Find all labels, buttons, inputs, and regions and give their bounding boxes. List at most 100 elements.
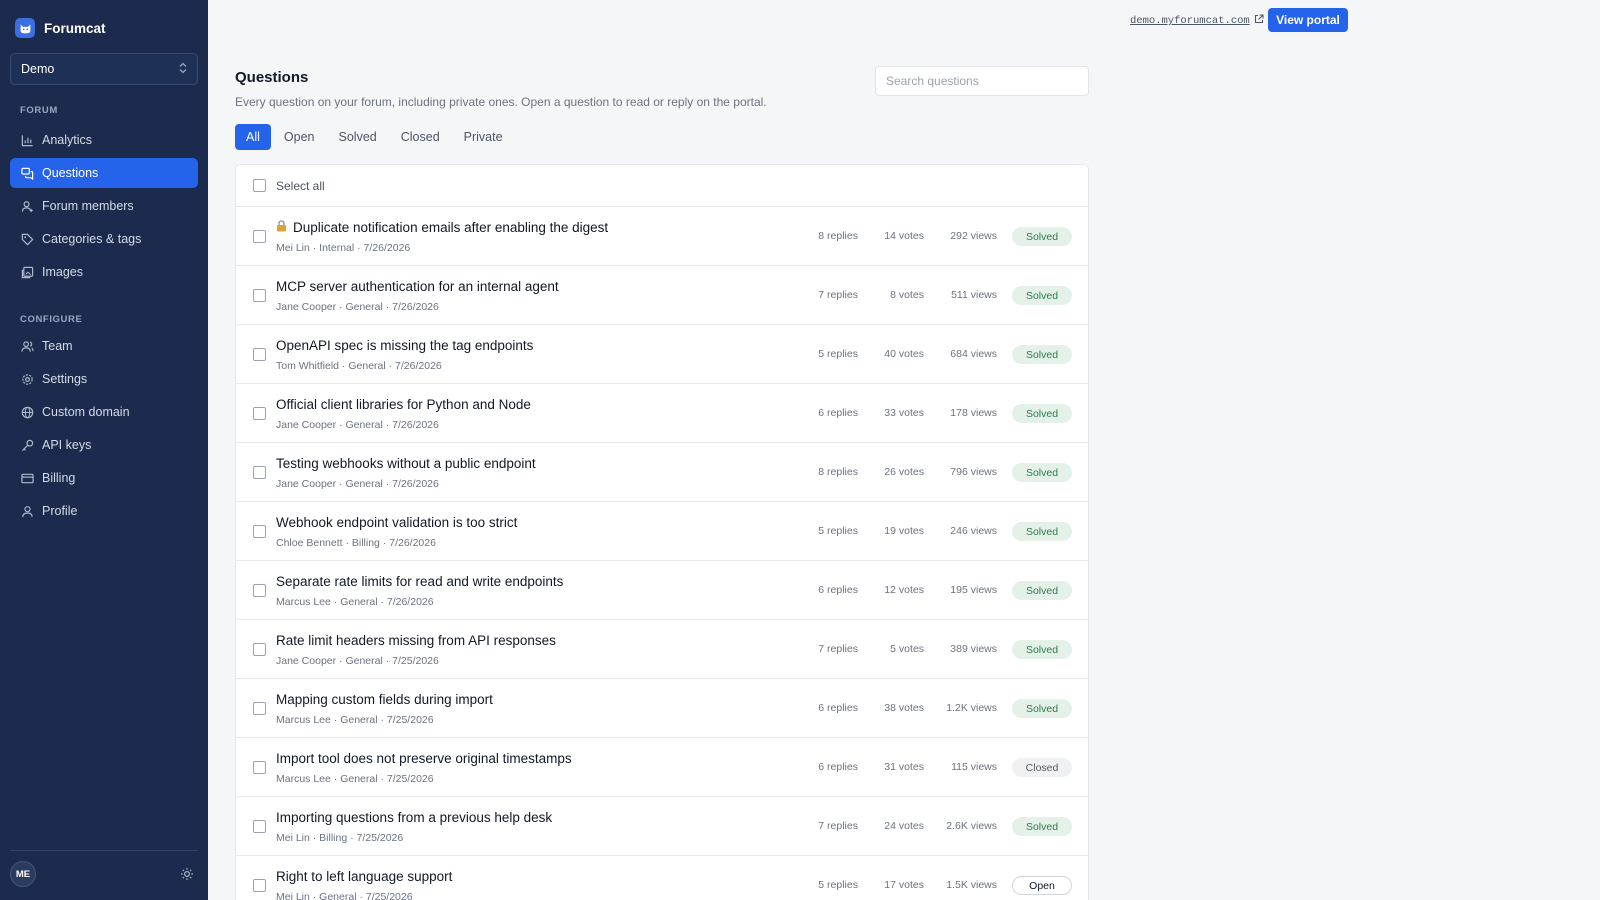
reply-count: 7 replies: [818, 820, 858, 832]
portal-domain-link[interactable]: demo.myforumcat.com: [1130, 14, 1264, 28]
workspace-select[interactable]: Demo: [10, 53, 198, 85]
question-title-wrap[interactable]: Duplicate notification emails after enab…: [276, 220, 608, 235]
question-title: MCP server authentication for an interna…: [276, 279, 559, 294]
reply-count: 7 replies: [818, 643, 858, 655]
question-title-wrap[interactable]: Testing webhooks without a public endpoi…: [276, 456, 536, 471]
row-checkbox[interactable]: [253, 407, 266, 420]
view-count: 684 views: [950, 348, 997, 360]
question-row[interactable]: Mapping custom fields during import Marcu…: [236, 679, 1088, 738]
question-title-wrap[interactable]: Official client libraries for Python and…: [276, 397, 531, 412]
sidebar-item-analytics[interactable]: Analytics: [10, 125, 198, 155]
row-checkbox[interactable]: [253, 230, 266, 243]
sidebar-item-categories-tags[interactable]: Categories & tags: [10, 224, 198, 254]
question-title: Rate limit headers missing from API resp…: [276, 633, 556, 648]
question-meta: Jane Cooper · General · 7/26/2026: [276, 478, 439, 490]
question-title-wrap[interactable]: MCP server authentication for an interna…: [276, 279, 559, 294]
question-row[interactable]: Duplicate notification emails after enab…: [236, 207, 1088, 266]
view-count: 1.5K views: [946, 879, 997, 891]
row-checkbox[interactable]: [253, 348, 266, 361]
question-title-wrap[interactable]: Webhook endpoint validation is too stric…: [276, 515, 517, 530]
question-title-wrap[interactable]: Right to left language support: [276, 869, 452, 884]
tab-open[interactable]: Open: [273, 124, 326, 150]
question-row[interactable]: OpenAPI spec is missing the tag endpoint…: [236, 325, 1088, 384]
status-badge: Solved: [1012, 463, 1072, 482]
question-meta: Marcus Lee · General · 7/25/2026: [276, 773, 434, 785]
status-badge: Solved: [1012, 699, 1072, 718]
question-row[interactable]: Separate rate limits for read and write …: [236, 561, 1088, 620]
row-checkbox[interactable]: [253, 584, 266, 597]
question-meta: Marcus Lee · General · 7/26/2026: [276, 596, 434, 608]
row-checkbox[interactable]: [253, 643, 266, 656]
sidebar-footer: ME: [10, 850, 198, 887]
status-badge: Open: [1012, 876, 1072, 895]
row-checkbox[interactable]: [253, 466, 266, 479]
select-all-checkbox[interactable]: [253, 179, 266, 192]
question-row[interactable]: MCP server authentication for an interna…: [236, 266, 1088, 325]
sidebar-item-label: API keys: [42, 438, 92, 452]
globe-icon: [20, 405, 34, 419]
question-title-wrap[interactable]: Rate limit headers missing from API resp…: [276, 633, 556, 648]
question-title: Testing webhooks without a public endpoi…: [276, 456, 536, 471]
avatar[interactable]: ME: [10, 861, 36, 887]
question-title-wrap[interactable]: Importing questions from a previous help…: [276, 810, 552, 825]
vote-count: 19 votes: [884, 525, 924, 537]
status-badge: Closed: [1012, 758, 1072, 777]
vote-count: 14 votes: [884, 230, 924, 242]
status-badge: Solved: [1012, 286, 1072, 305]
brand[interactable]: Forumcat: [15, 18, 106, 38]
sidebar-item-team[interactable]: Team: [10, 331, 198, 361]
question-row[interactable]: Testing webhooks without a public endpoi…: [236, 443, 1088, 502]
question-title: Importing questions from a previous help…: [276, 810, 553, 825]
search-input[interactable]: [875, 66, 1089, 96]
question-row[interactable]: Official client libraries for Python and…: [236, 384, 1088, 443]
status-badge: Solved: [1012, 581, 1072, 600]
sidebar-item-label: Categories & tags: [42, 232, 142, 246]
question-meta: Marcus Lee · General · 7/25/2026: [276, 714, 434, 726]
sidebar-item-settings[interactable]: Settings: [10, 364, 198, 394]
question-title-wrap[interactable]: Separate rate limits for read and write …: [276, 574, 563, 589]
view-count: 292 views: [950, 230, 997, 242]
section-label-forum: FORUM: [20, 105, 58, 116]
row-checkbox[interactable]: [253, 820, 266, 833]
tab-all[interactable]: All: [235, 124, 271, 150]
question-rows: Duplicate notification emails after enab…: [236, 207, 1088, 900]
tab-private[interactable]: Private: [453, 124, 514, 150]
sidebar-item-billing[interactable]: Billing: [10, 463, 198, 493]
sidebar-item-profile[interactable]: Profile: [10, 496, 198, 526]
question-row[interactable]: Webhook endpoint validation is too stric…: [236, 502, 1088, 561]
sun-icon[interactable]: [180, 867, 194, 881]
question-row[interactable]: Rate limit headers missing from API resp…: [236, 620, 1088, 679]
questions-list: Select all Duplicate notification emails…: [235, 164, 1089, 900]
question-title-wrap[interactable]: Import tool does not preserve original t…: [276, 751, 572, 766]
sidebar-item-api-keys[interactable]: API keys: [10, 430, 198, 460]
sidebar-item-images[interactable]: Images: [10, 257, 198, 287]
sidebar-item-questions[interactable]: Questions: [10, 158, 198, 188]
question-title-wrap[interactable]: OpenAPI spec is missing the tag endpoint…: [276, 338, 533, 353]
reply-count: 5 replies: [818, 525, 858, 537]
sidebar-item-label: Profile: [42, 504, 78, 518]
sidebar-item-custom-domain[interactable]: Custom domain: [10, 397, 198, 427]
reply-count: 5 replies: [818, 348, 858, 360]
row-checkbox[interactable]: [253, 525, 266, 538]
vote-count: 26 votes: [884, 466, 924, 478]
tab-closed[interactable]: Closed: [390, 124, 451, 150]
row-checkbox[interactable]: [253, 879, 266, 892]
view-count: 389 views: [950, 643, 997, 655]
status-badge: Solved: [1012, 522, 1072, 541]
question-row[interactable]: Import tool does not preserve original t…: [236, 738, 1088, 797]
question-row[interactable]: Right to left language support Mei Lin · …: [236, 856, 1088, 900]
status-badge: Solved: [1012, 640, 1072, 659]
select-all-label: Select all: [276, 178, 325, 193]
filter-tabs: All Open Solved Closed Private: [235, 124, 514, 150]
question-meta: Mei Lin · General · 7/25/2026: [276, 891, 413, 900]
question-title-wrap[interactable]: Mapping custom fields during import: [276, 692, 493, 707]
row-checkbox[interactable]: [253, 289, 266, 302]
view-portal-button[interactable]: View portal: [1268, 8, 1348, 32]
question-row[interactable]: Importing questions from a previous help…: [236, 797, 1088, 856]
row-checkbox[interactable]: [253, 761, 266, 774]
sidebar: Forumcat Demo FORUM Analytics Questions …: [0, 0, 208, 900]
sidebar-item-forum-members[interactable]: Forum members: [10, 191, 198, 221]
images-icon: [20, 265, 34, 279]
tab-solved[interactable]: Solved: [328, 124, 388, 150]
row-checkbox[interactable]: [253, 702, 266, 715]
